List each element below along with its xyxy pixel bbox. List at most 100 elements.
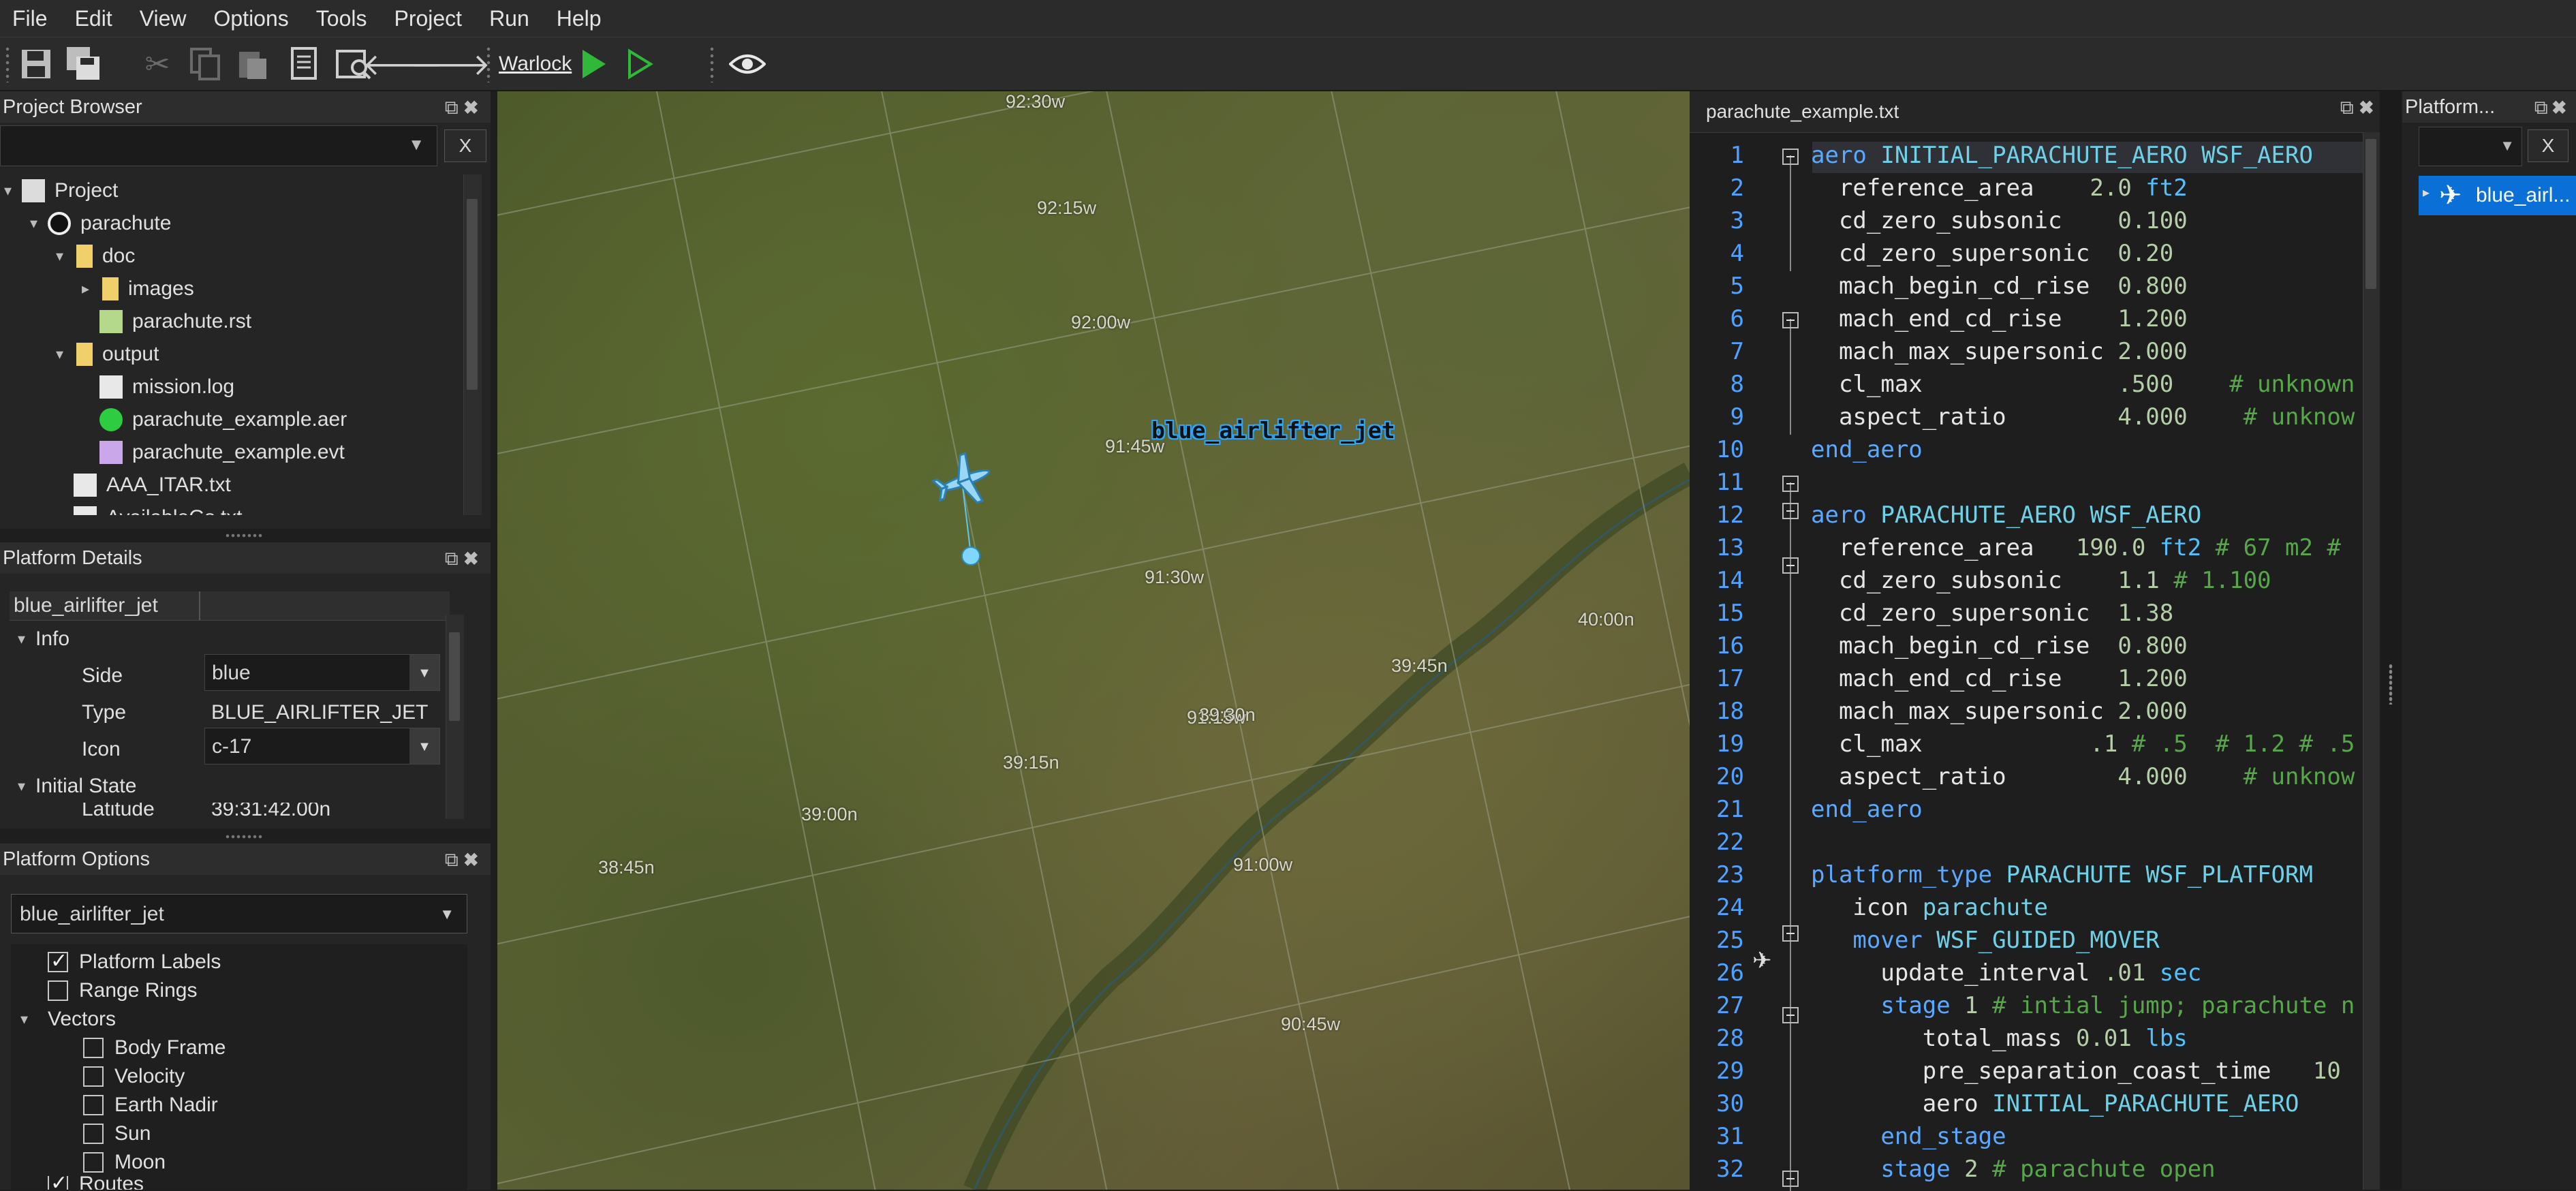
toolbar-grip[interactable] <box>4 46 11 82</box>
toolbar-grip-3[interactable] <box>709 46 715 82</box>
chevron-down-icon[interactable]: ▾ <box>56 345 74 363</box>
checkbox[interactable] <box>83 1066 104 1087</box>
platform-marker-icon[interactable]: ✈ <box>1752 947 1772 974</box>
document-icon[interactable] <box>283 43 326 85</box>
tree-item[interactable]: ▾ doc <box>56 240 135 273</box>
fold-toggle-icon[interactable] <box>1782 557 1799 574</box>
fold-toggle-icon[interactable] <box>1782 1171 1799 1187</box>
fold-toggle-icon[interactable] <box>1782 503 1799 519</box>
airplane-icon[interactable] <box>931 452 999 512</box>
moon-option[interactable]: Moon <box>83 1146 166 1179</box>
side-select[interactable]: blue ▼ <box>204 654 440 691</box>
clear-platform-filter-button[interactable]: X <box>2528 129 2569 162</box>
menu-edit[interactable]: Edit <box>63 6 127 31</box>
body-frame-option[interactable]: Body Frame <box>83 1032 226 1064</box>
tree-item[interactable]: parachute_example.evt <box>82 436 345 469</box>
panel-float-close-icon[interactable]: ⧉✖ <box>445 97 484 119</box>
chevron-down-icon[interactable]: ▾ <box>4 182 22 200</box>
fold-toggle-icon[interactable] <box>1782 1007 1799 1023</box>
fold-toggle-icon[interactable] <box>1782 476 1799 492</box>
panel-float-close-icon[interactable]: ⧉✖ <box>2340 97 2379 119</box>
chevron-down-icon[interactable]: ▾ <box>56 247 74 265</box>
velocity-option[interactable]: Velocity <box>83 1060 185 1093</box>
menu-project[interactable]: Project <box>382 6 477 31</box>
initial-state-group[interactable]: ▾ Initial State <box>18 770 136 803</box>
project-tree-scrollbar[interactable] <box>463 174 482 515</box>
chevron-down-icon[interactable]: ▼ <box>408 136 424 155</box>
tree-item[interactable]: ▾ Project <box>4 174 118 207</box>
checkbox[interactable] <box>83 1124 104 1144</box>
checkbox[interactable] <box>83 1095 104 1115</box>
tree-item[interactable]: ▾ parachute <box>30 207 171 240</box>
eye-icon[interactable] <box>726 43 769 85</box>
chevron-down-icon[interactable]: ▼ <box>409 655 439 690</box>
chevron-down-icon[interactable]: ▼ <box>409 728 439 764</box>
range-rings-option[interactable]: Range Rings <box>48 974 197 1007</box>
platform-select[interactable]: blue_airlifter_jet ▼ <box>11 894 467 933</box>
chevron-down-icon[interactable]: ▼ <box>439 895 454 934</box>
platform-map-label[interactable]: blue_airlifter_jet <box>1151 417 1395 444</box>
checkbox[interactable] <box>48 980 68 1001</box>
fold-toggle-icon[interactable] <box>1782 149 1799 165</box>
tree-item[interactable]: AvailableGs.txt <box>56 501 243 515</box>
project-filter-input[interactable]: ▼ <box>0 125 437 166</box>
tree-item[interactable]: parachute_example.aer <box>82 403 347 436</box>
checkbox[interactable] <box>83 1038 104 1058</box>
chevron-right-icon[interactable]: ▸ <box>2423 184 2430 201</box>
info-group[interactable]: ▾ Info <box>18 623 69 655</box>
tree-item[interactable]: AAA_ITAR.txt <box>56 469 231 501</box>
editor-scrollbar[interactable] <box>2363 132 2380 1190</box>
panel-float-close-icon[interactable]: ⧉✖ <box>2534 97 2571 119</box>
tree-item[interactable]: ▾ output <box>56 338 159 371</box>
code-editor[interactable]: parachute_example.txt ⧉✖ 1 2 3 4 5 6 7 8 9 10 11 12… <box>1690 91 2380 1191</box>
copy-icon[interactable] <box>184 43 226 85</box>
checkbox[interactable] <box>83 1152 104 1173</box>
fold-toggle-icon[interactable] <box>1782 925 1799 942</box>
line-number: 25 <box>1716 927 1744 954</box>
icon-select[interactable]: c-17 ▼ <box>204 728 440 764</box>
panel-float-close-icon[interactable]: ⧉✖ <box>445 849 484 871</box>
chevron-right-icon[interactable]: ▸ <box>82 280 99 298</box>
project-browser-title: Project Browser <box>0 91 491 123</box>
tree-item[interactable]: mission.log <box>82 371 234 403</box>
toolbar-grip-2[interactable] <box>485 46 492 82</box>
menu-view[interactable]: View <box>127 6 202 31</box>
run-outline-icon[interactable] <box>619 43 661 85</box>
run-icon[interactable] <box>572 43 615 85</box>
folder-icon <box>102 277 119 300</box>
right-splitter[interactable] <box>2380 91 2401 1190</box>
code-line-17: mach_end_cd_rise 1.200 <box>1811 665 2188 692</box>
menu-options[interactable]: Options <box>201 6 303 31</box>
platform-filter-input[interactable]: ▼ <box>2419 127 2522 166</box>
panel-float-close-icon[interactable]: ⧉✖ <box>445 548 484 570</box>
save-all-icon[interactable] <box>63 43 105 85</box>
tree-item[interactable]: ▸ images <box>82 273 194 305</box>
menu-help[interactable]: Help <box>544 6 617 31</box>
chevron-down-icon[interactable]: ▾ <box>30 215 48 232</box>
platform-labels-option[interactable]: Platform Labels <box>48 946 221 978</box>
save-icon[interactable] <box>15 43 57 85</box>
arrow-right-icon[interactable]: 🡒 <box>410 43 491 85</box>
routes-option[interactable]: Routes <box>48 1176 320 1190</box>
menu-file[interactable]: File <box>0 6 63 31</box>
line-number: 19 <box>1716 730 1744 758</box>
menu-run[interactable]: Run <box>477 6 544 31</box>
sun-option[interactable]: Sun <box>83 1117 151 1150</box>
warlock-launcher[interactable]: Warlock <box>499 52 572 76</box>
details-scrollbar[interactable] <box>446 615 464 819</box>
chevron-down-icon[interactable]: ▼ <box>2500 137 2515 155</box>
vectors-group[interactable]: ▾ Vectors <box>20 1003 116 1036</box>
checkbox-checked[interactable] <box>48 949 68 973</box>
splitter-handle[interactable] <box>225 533 263 538</box>
paste-icon[interactable] <box>232 43 274 85</box>
cut-icon[interactable]: ✂ <box>136 43 179 85</box>
tree-item[interactable]: parachute.rst <box>82 305 251 338</box>
map-view[interactable]: blue_airlifter_jet 92:30w 92:15w 92:00w … <box>497 91 1690 1190</box>
clear-filter-button[interactable]: X <box>444 129 486 162</box>
platform-list-item[interactable]: ▸ ✈ blue_airl... <box>2419 176 2576 215</box>
menu-tools[interactable]: Tools <box>304 6 382 31</box>
fold-toggle-icon[interactable] <box>1782 312 1799 328</box>
checkbox-checked[interactable] <box>48 1176 68 1190</box>
earth-nadir-option[interactable]: Earth Nadir <box>83 1089 218 1122</box>
splitter-handle[interactable] <box>225 834 263 839</box>
